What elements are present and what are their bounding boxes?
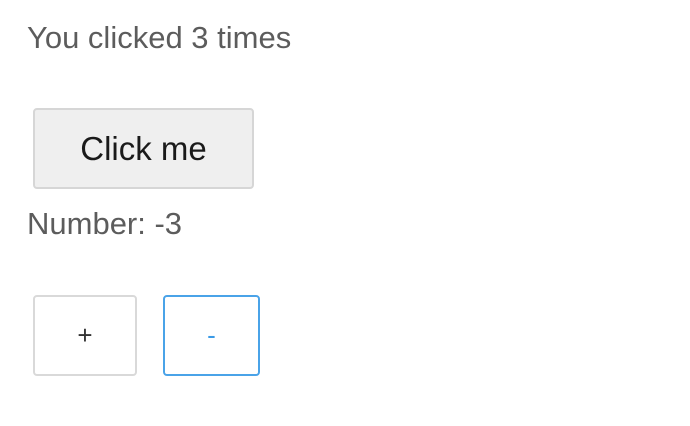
page: You clicked 3 times Click me Number: -3 … [0, 0, 690, 426]
click-me-button[interactable]: Click me [33, 108, 254, 189]
click-count-text: You clicked 3 times [27, 20, 292, 55]
increment-button[interactable]: + [33, 295, 137, 376]
number-value-text: Number: -3 [27, 206, 183, 241]
decrement-button[interactable]: - [163, 295, 260, 376]
